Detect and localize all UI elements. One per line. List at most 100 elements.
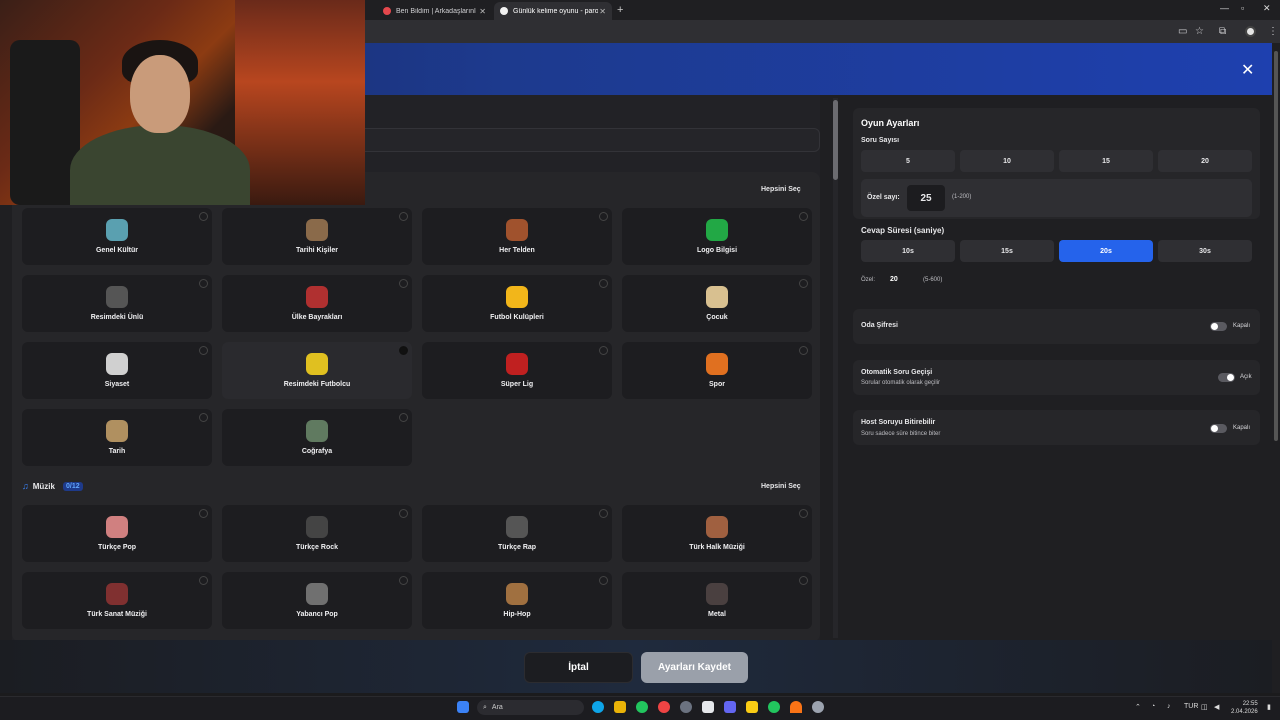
host-end-toggle[interactable] [1210, 424, 1227, 433]
category-card[interactable]: Türkçe Rap [422, 505, 612, 562]
close-tab-icon[interactable]: ✕ [479, 7, 486, 16]
category-card[interactable]: Genel Kültür [22, 208, 212, 265]
save-settings-button[interactable]: Ayarları Kaydet [641, 652, 748, 683]
file-explorer-icon[interactable] [614, 701, 626, 713]
close-icon[interactable]: ✕ [1241, 60, 1254, 80]
notepad-icon[interactable] [702, 701, 714, 713]
category-card[interactable]: Yabancı Pop [222, 572, 412, 629]
cancel-button[interactable]: İptal [524, 652, 633, 683]
network-icon[interactable]: ◫ [1201, 703, 1208, 711]
category-card[interactable]: Süper Lig [422, 342, 612, 399]
close-window-icon[interactable]: ✕ [1263, 3, 1271, 14]
obs-icon[interactable] [680, 701, 692, 713]
clock[interactable]: 22:55 2.04.2026 [1231, 700, 1258, 716]
category-select-radio[interactable] [599, 279, 608, 288]
tab-ben-bildim[interactable]: Ben Bildim | Arkadaşlarınla Onl ✕ [377, 2, 492, 20]
category-select-radio[interactable] [199, 212, 208, 221]
auto-next-toggle[interactable] [1218, 373, 1235, 382]
tray-chevron-icon[interactable]: ⌃ [1135, 703, 1141, 711]
category-card[interactable]: Çocuk [622, 275, 812, 332]
category-select-radio[interactable] [199, 509, 208, 518]
category-select-radio[interactable] [399, 279, 408, 288]
category-card[interactable]: Ülke Bayrakları [222, 275, 412, 332]
category-select-radio[interactable] [799, 509, 808, 518]
edge-icon[interactable] [592, 701, 604, 713]
category-select-radio[interactable] [799, 212, 808, 221]
select-all-button[interactable]: Hepsini Seç [761, 186, 801, 193]
question-count-15[interactable]: 15 [1059, 150, 1153, 172]
category-select-radio[interactable] [799, 279, 808, 288]
profile-avatar[interactable] [1245, 26, 1256, 37]
category-select-radio[interactable] [399, 413, 408, 422]
microphone-icon[interactable]: ♪ [1167, 703, 1171, 710]
category-card[interactable]: Resimdeki Ünlü [22, 275, 212, 332]
new-tab-icon[interactable]: + [617, 4, 623, 16]
category-card[interactable]: Spor [622, 342, 812, 399]
category-select-radio[interactable] [399, 346, 408, 355]
room-password-toggle[interactable] [1210, 322, 1227, 331]
category-card[interactable]: Siyaset [22, 342, 212, 399]
category-select-radio[interactable] [199, 576, 208, 585]
volume-icon[interactable]: ◀ [1214, 703, 1219, 711]
spotify-icon[interactable] [768, 701, 780, 713]
question-count-10[interactable]: 10 [960, 150, 1054, 172]
maximize-icon[interactable]: ▫ [1241, 3, 1244, 13]
custom-count-input[interactable]: 25 [907, 185, 945, 211]
category-card[interactable]: Futbol Kulüpleri [422, 275, 612, 332]
category-card[interactable]: Türk Halk Müziği [622, 505, 812, 562]
answer-time-20s[interactable]: 20s [1059, 240, 1153, 262]
close-tab-icon[interactable]: ✕ [599, 7, 606, 16]
category-card[interactable]: Tarih [22, 409, 212, 466]
category-select-radio[interactable] [799, 576, 808, 585]
page-scrollbar[interactable] [1272, 43, 1280, 693]
notifications-icon[interactable]: ▮ [1267, 703, 1271, 711]
category-select-radio[interactable] [799, 346, 808, 355]
category-select-radio[interactable] [199, 413, 208, 422]
category-card[interactable]: Her Telden [422, 208, 612, 265]
category-card[interactable]: Hip-Hop [422, 572, 612, 629]
category-select-radio[interactable] [399, 576, 408, 585]
category-card[interactable]: Logo Bilgisi [622, 208, 812, 265]
category-card[interactable]: Türk Sanat Müziği [22, 572, 212, 629]
browser-icon[interactable] [658, 701, 670, 713]
category-card[interactable]: Tarihi Kişiler [222, 208, 412, 265]
category-card[interactable]: Coğrafya [222, 409, 412, 466]
taskbar-search[interactable]: ⌕ Ara [477, 700, 584, 715]
custom-time-input[interactable]: 20 [890, 276, 898, 283]
scrollbar-thumb[interactable] [833, 100, 838, 180]
chrome-icon[interactable] [636, 701, 648, 713]
tray-app-icon[interactable]: ◔ [1151, 703, 1155, 710]
category-select-radio[interactable] [599, 576, 608, 585]
panel-scrollbar[interactable] [833, 98, 838, 638]
cast-icon[interactable]: ▭ [1178, 26, 1187, 37]
answer-time-10s[interactable]: 10s [861, 240, 955, 262]
music-select-all-button[interactable]: Hepsini Seç [761, 483, 801, 490]
category-select-radio[interactable] [399, 509, 408, 518]
app-icon[interactable] [790, 701, 802, 713]
category-card[interactable]: Türkçe Pop [22, 505, 212, 562]
answer-time-30s[interactable]: 30s [1158, 240, 1252, 262]
bookmark-star-icon[interactable]: ☆ [1195, 26, 1204, 37]
discord-icon[interactable] [724, 701, 736, 713]
start-icon[interactable] [457, 701, 469, 713]
category-card[interactable]: Metal [622, 572, 812, 629]
scrollbar-thumb[interactable] [1274, 51, 1278, 441]
tab-parolla[interactable]: Günlük kelime oyunu - parolla ✕ [494, 2, 612, 20]
category-card[interactable]: Türkçe Rock [222, 505, 412, 562]
category-select-radio[interactable] [599, 509, 608, 518]
answer-time-15s[interactable]: 15s [960, 240, 1054, 262]
category-select-radio[interactable] [599, 212, 608, 221]
category-select-radio[interactable] [199, 346, 208, 355]
category-select-radio[interactable] [599, 346, 608, 355]
settings-icon[interactable] [812, 701, 824, 713]
category-card[interactable]: Resimdeki Futbolcu [222, 342, 412, 399]
extensions-icon[interactable]: ⧉ [1219, 26, 1226, 37]
language-indicator[interactable]: TUR [1184, 703, 1198, 710]
question-count-5[interactable]: 5 [861, 150, 955, 172]
category-select-radio[interactable] [399, 212, 408, 221]
minimize-icon[interactable]: — [1220, 3, 1229, 13]
question-count-20[interactable]: 20 [1158, 150, 1252, 172]
category-select-radio[interactable] [199, 279, 208, 288]
menu-icon[interactable]: ⋮ [1268, 26, 1278, 37]
sticky-notes-icon[interactable] [746, 701, 758, 713]
